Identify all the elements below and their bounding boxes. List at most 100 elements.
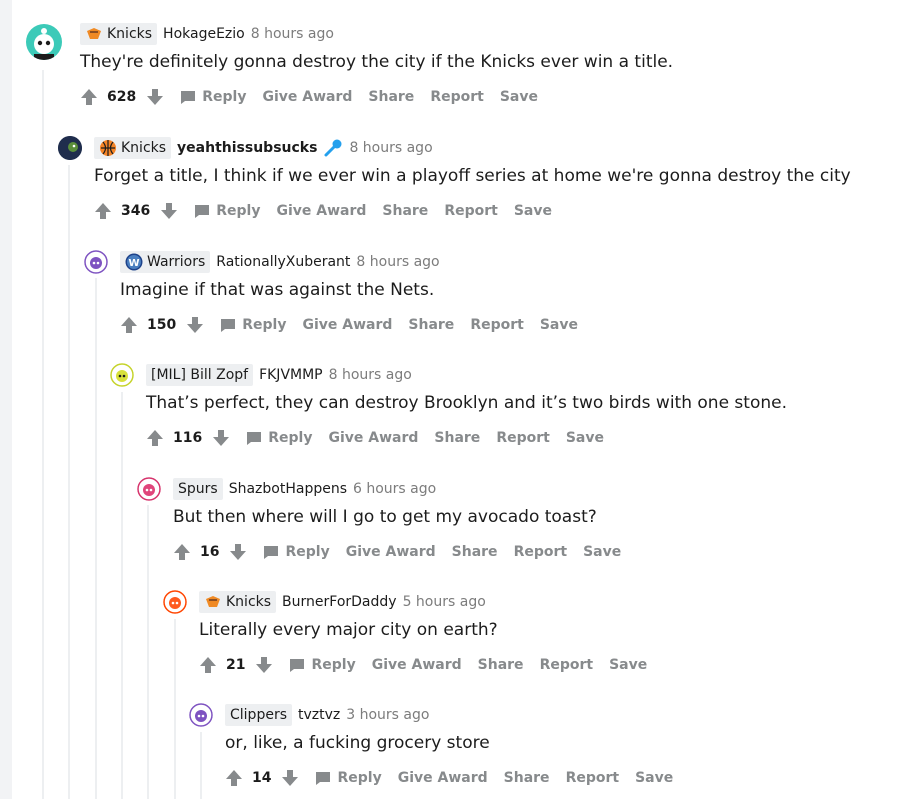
report-button[interactable]: Report xyxy=(514,544,568,560)
author-link[interactable]: yeahthissubsucks xyxy=(177,140,317,156)
author-link[interactable]: tvztvz xyxy=(298,707,340,723)
save-button[interactable]: Save xyxy=(500,89,538,105)
avatar[interactable] xyxy=(110,363,134,387)
user-flair: Spurs xyxy=(173,478,223,500)
comment-meta: W Warriors RationallyXuberant 8 hours ago xyxy=(120,251,440,273)
comment-actions: 14 Reply Give Award Share Report Save xyxy=(225,769,673,787)
share-button[interactable]: Share xyxy=(368,89,414,105)
author-link[interactable]: BurnerForDaddy xyxy=(282,594,397,610)
thread-line[interactable] xyxy=(200,732,202,799)
upvote-icon[interactable] xyxy=(120,316,138,334)
give-award-button[interactable]: Give Award xyxy=(276,203,366,219)
report-button[interactable]: Report xyxy=(470,317,524,333)
avatar[interactable] xyxy=(137,477,161,501)
reply-button[interactable]: Reply xyxy=(180,89,246,105)
save-button[interactable]: Save xyxy=(583,544,621,560)
downvote-icon[interactable] xyxy=(186,316,204,334)
timestamp[interactable]: 5 hours ago xyxy=(403,594,486,610)
timestamp[interactable]: 8 hours ago xyxy=(349,140,432,156)
upvote-icon[interactable] xyxy=(225,769,243,787)
comment-bubble-icon xyxy=(316,772,331,785)
thread-line[interactable] xyxy=(42,70,44,799)
flair-text: [MIL] Bill Zopf xyxy=(151,367,249,383)
report-button[interactable]: Report xyxy=(540,657,594,673)
timestamp[interactable]: 8 hours ago xyxy=(251,26,334,42)
comment-meta: [MIL] Bill Zopf FKJVMMP 8 hours ago xyxy=(146,364,412,386)
comment-meta: Knicks BurnerForDaddy 5 hours ago xyxy=(199,591,486,613)
share-button[interactable]: Share xyxy=(408,317,454,333)
user-flair: Knicks xyxy=(94,137,172,159)
svg-text:W: W xyxy=(128,258,139,269)
share-button[interactable]: Share xyxy=(382,203,428,219)
author-link[interactable]: FKJVMMP xyxy=(259,367,323,383)
comment-actions: 21 Reply Give Award Share Report Save xyxy=(199,656,647,674)
reply-label: Reply xyxy=(216,203,261,219)
downvote-icon[interactable] xyxy=(160,202,178,220)
reply-label: Reply xyxy=(311,657,356,673)
upvote-icon[interactable] xyxy=(94,202,112,220)
share-button[interactable]: Share xyxy=(504,770,550,786)
reply-button[interactable]: Reply xyxy=(220,317,286,333)
thread-line[interactable] xyxy=(121,392,123,799)
share-button[interactable]: Share xyxy=(434,430,480,446)
give-award-button[interactable]: Give Award xyxy=(328,430,418,446)
thread-line[interactable] xyxy=(147,505,149,799)
timestamp[interactable]: 6 hours ago xyxy=(353,481,436,497)
report-button[interactable]: Report xyxy=(430,89,484,105)
give-award-button[interactable]: Give Award xyxy=(262,89,352,105)
avatar[interactable] xyxy=(26,24,62,60)
comment-body: Literally every major city on earth? xyxy=(199,620,498,640)
reply-button[interactable]: Reply xyxy=(315,770,382,786)
share-button[interactable]: Share xyxy=(452,544,498,560)
upvote-icon[interactable] xyxy=(199,656,217,674)
report-button[interactable]: Report xyxy=(566,770,620,786)
thread-line[interactable] xyxy=(68,165,70,799)
save-button[interactable]: Save xyxy=(514,203,552,219)
thread-line[interactable] xyxy=(95,278,97,799)
reply-button[interactable]: Reply xyxy=(194,203,260,219)
thread-line[interactable] xyxy=(174,619,176,799)
comment-body: Imagine if that was against the Nets. xyxy=(120,280,435,300)
author-link[interactable]: RationallyXuberant xyxy=(216,254,350,270)
avatar[interactable] xyxy=(58,136,82,160)
comment-meta: Knicks yeahthissubsucks 8 hours ago xyxy=(94,137,433,159)
downvote-icon[interactable] xyxy=(229,543,247,561)
report-button[interactable]: Report xyxy=(444,203,498,219)
author-link[interactable]: HokageEzio xyxy=(163,26,245,42)
give-award-button[interactable]: Give Award xyxy=(398,770,488,786)
share-button[interactable]: Share xyxy=(478,657,524,673)
timestamp[interactable]: 8 hours ago xyxy=(356,254,439,270)
downvote-icon[interactable] xyxy=(146,88,164,106)
save-button[interactable]: Save xyxy=(635,770,673,786)
save-button[interactable]: Save xyxy=(609,657,647,673)
give-award-button[interactable]: Give Award xyxy=(372,657,462,673)
timestamp[interactable]: 8 hours ago xyxy=(329,367,412,383)
upvote-icon[interactable] xyxy=(146,429,164,447)
downvote-icon[interactable] xyxy=(255,656,273,674)
user-flair: [MIL] Bill Zopf xyxy=(146,364,254,386)
give-award-button[interactable]: Give Award xyxy=(302,317,392,333)
save-button[interactable]: Save xyxy=(540,317,578,333)
downvote-icon[interactable] xyxy=(281,769,299,787)
author-link[interactable]: ShazbotHappens xyxy=(229,481,347,497)
avatar[interactable] xyxy=(189,703,213,727)
give-award-button[interactable]: Give Award xyxy=(346,544,436,560)
reply-button[interactable]: Reply xyxy=(289,657,356,673)
user-flair: Knicks xyxy=(80,23,158,45)
microphone-icon xyxy=(323,138,343,158)
avatar[interactable] xyxy=(163,590,187,614)
vote-score: 346 xyxy=(121,203,151,219)
upvote-icon[interactable] xyxy=(80,88,98,106)
avatar[interactable] xyxy=(84,250,108,274)
comment-bubble-icon xyxy=(247,432,262,445)
reply-button[interactable]: Reply xyxy=(246,430,312,446)
upvote-icon[interactable] xyxy=(173,543,191,561)
reply-button[interactable]: Reply xyxy=(263,544,330,560)
flair-text: Clippers xyxy=(230,707,287,723)
flair-text: Knicks xyxy=(121,140,167,156)
reply-label: Reply xyxy=(268,430,313,446)
timestamp[interactable]: 3 hours ago xyxy=(346,707,429,723)
save-button[interactable]: Save xyxy=(566,430,604,446)
report-button[interactable]: Report xyxy=(496,430,550,446)
downvote-icon[interactable] xyxy=(212,429,230,447)
